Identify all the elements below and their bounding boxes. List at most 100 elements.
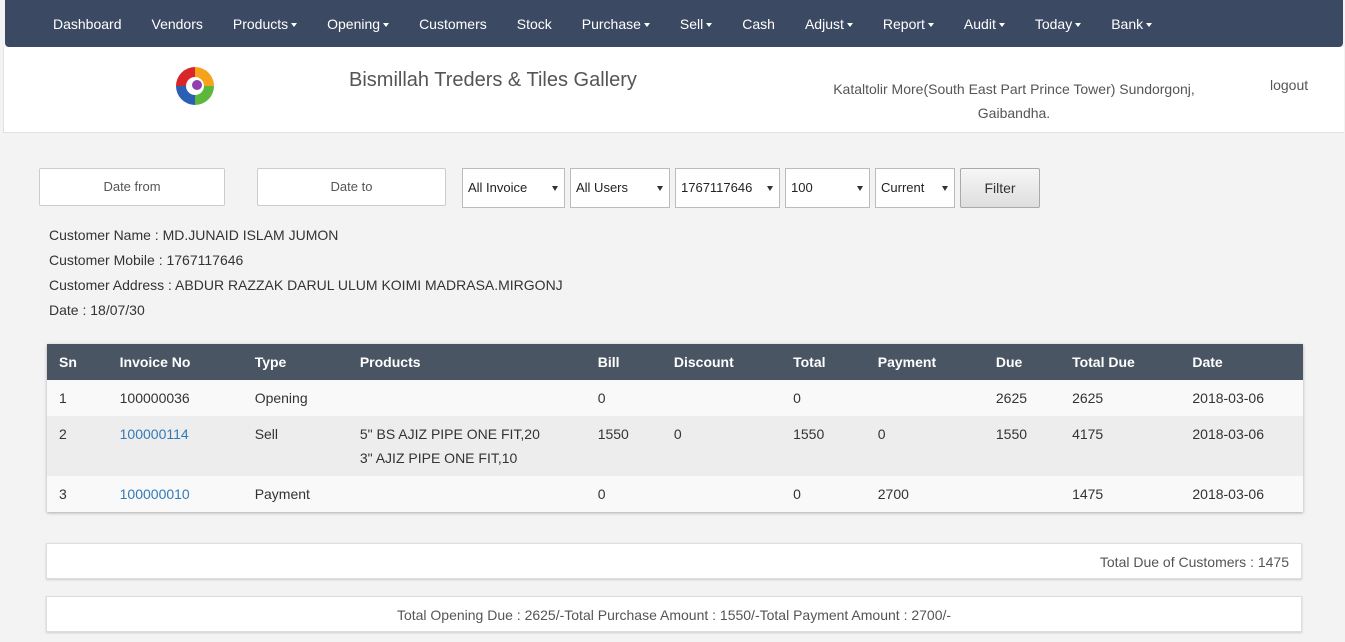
table-header-row: Sn Invoice No Type Products Bill Discount Tota…	[47, 344, 1303, 380]
product-line: 5" BS AJIZ PIPE ONE FIT,20	[359, 426, 540, 442]
total-due-summary: Total Due of Customers : 1475	[46, 543, 1302, 579]
ledger-table-wrapper: Sn Invoice No Type Products Bill Discount Tota…	[47, 344, 1303, 512]
nav-item-today[interactable]: Today	[1020, 16, 1096, 32]
nav-item-stock[interactable]: Stock	[502, 16, 567, 32]
limit-select[interactable]: 100	[785, 168, 870, 208]
nav-item-audit[interactable]: Audit	[949, 16, 1020, 32]
nav-item-bank[interactable]: Bank	[1096, 16, 1167, 32]
caret-down-icon	[927, 22, 934, 27]
column-header: Due	[995, 354, 1023, 370]
filter-bar: Date from Date to All Invoice All Users …	[0, 168, 1345, 208]
cell-products	[348, 380, 586, 416]
dropdown-arrow-icon	[942, 186, 948, 191]
cell-total: 0	[793, 486, 801, 502]
nav-item-vendors[interactable]: Vendors	[137, 16, 218, 32]
customer-address: Customer Address : ABDUR RAZZAK DARUL UL…	[49, 277, 563, 293]
caret-down-icon	[998, 22, 1005, 27]
caret-down-icon	[846, 22, 853, 27]
customer-name: Customer Name : MD.JUNAID ISLAM JUMON	[49, 227, 339, 243]
nav-item-cash[interactable]: Cash	[727, 16, 790, 32]
nav-item-opening[interactable]: Opening	[312, 16, 404, 32]
site-header: Bismillah Treders & Tiles Gallery Katalt…	[3, 47, 1344, 133]
cell-total-due: 4175	[1072, 426, 1104, 442]
cell-total: 1550	[793, 426, 825, 442]
column-header: Products	[359, 354, 421, 370]
product-line: 3" AJIZ PIPE ONE FIT,10	[359, 450, 518, 466]
cell-type: Opening	[254, 390, 308, 406]
column-header: Total Due	[1072, 354, 1135, 370]
cell-payment	[866, 380, 984, 416]
column-header: Date	[1192, 354, 1223, 370]
invoice-link[interactable]: 100000114	[120, 426, 189, 442]
table-row: 3 100000010 Payment 0 0 2700 1475 2018-03-06	[47, 476, 1303, 512]
cell-sn: 2	[59, 426, 67, 442]
nav-item-adjust[interactable]: Adjust	[790, 16, 868, 32]
cell-type: Payment	[254, 486, 310, 502]
cell-date: 2018-03-06	[1192, 390, 1264, 406]
logout-link[interactable]: logout	[1270, 77, 1308, 93]
customer-mobile: Customer Mobile : 1767117646	[49, 252, 244, 268]
cell-invoice: 100000114	[108, 416, 243, 476]
nav-menu: Dashboard Vendors Products Opening Customers…	[38, 0, 1167, 47]
cell-products: 5" BS AJIZ PIPE ONE FIT,20 3" AJIZ PIPE O…	[348, 416, 586, 476]
column-header: Sn	[59, 354, 77, 370]
cell-total-due: 1475	[1072, 486, 1104, 502]
cell-payment: 0	[877, 426, 886, 442]
date-from-input[interactable]: Date from	[39, 168, 225, 206]
caret-down-icon	[383, 22, 390, 27]
table-row: 2 100000114 Sell 5" BS AJIZ PIPE ONE FIT,20…	[47, 416, 1303, 476]
period-select[interactable]: Current	[875, 168, 955, 208]
customer-info: Customer Name : MD.JUNAID ISLAM JUMON Cu…	[49, 224, 563, 324]
nav-item-products[interactable]: Products	[218, 16, 312, 32]
site-title: Bismillah Treders & Tiles Gallery	[349, 69, 637, 91]
cell-invoice: 100000036	[108, 380, 243, 416]
nav-item-purchase[interactable]: Purchase	[567, 16, 665, 32]
column-header: Invoice No	[119, 354, 191, 370]
cell-date: 2018-03-06	[1192, 486, 1264, 502]
cell-bill: 1550	[597, 426, 629, 442]
date-to-input[interactable]: Date to	[257, 168, 446, 206]
column-header: Payment	[877, 354, 937, 370]
nav-item-customers[interactable]: Customers	[404, 16, 502, 32]
cell-type: Sell	[254, 426, 279, 442]
nav-item-dashboard[interactable]: Dashboard	[38, 16, 137, 32]
cell-due: 1550	[995, 426, 1028, 442]
invoice-type-select[interactable]: All Invoice	[462, 168, 565, 208]
invoice-number: 100000036	[119, 390, 190, 406]
dropdown-arrow-icon	[767, 186, 773, 191]
caret-down-icon	[643, 22, 650, 27]
report-date: Date : 18/07/30	[49, 302, 145, 318]
filter-button[interactable]: Filter	[960, 168, 1040, 208]
ledger-table: Sn Invoice No Type Products Bill Discount Tota…	[47, 344, 1303, 512]
company-logo-icon	[176, 67, 214, 105]
cell-invoice: 100000010	[108, 476, 243, 512]
top-navbar: Dashboard Vendors Products Opening Customers…	[5, 0, 1343, 47]
caret-down-icon	[706, 22, 713, 27]
mobile-select[interactable]: 1767117646	[675, 168, 780, 208]
cell-date: 2018-03-06	[1192, 426, 1264, 442]
nav-item-report[interactable]: Report	[868, 16, 949, 32]
column-header: Bill	[597, 354, 620, 370]
cell-payment: 2700	[877, 486, 909, 502]
caret-down-icon	[291, 22, 298, 27]
column-header: Type	[254, 354, 287, 370]
cell-discount	[662, 380, 781, 416]
cell-discount	[662, 476, 781, 512]
users-select[interactable]: All Users	[570, 168, 670, 208]
dropdown-arrow-icon	[857, 186, 863, 191]
cell-sn: 1	[59, 390, 67, 406]
caret-down-icon	[1075, 22, 1082, 27]
dropdown-arrow-icon	[552, 186, 558, 191]
invoice-link[interactable]: 100000010	[120, 486, 190, 502]
table-row: 1 100000036 Opening 0 0 2625 2625 2018-03-06	[47, 380, 1303, 416]
cell-bill: 0	[597, 486, 606, 502]
totals-summary: Total Opening Due : 2625/-Total Purchase…	[46, 596, 1302, 632]
cell-due	[984, 476, 1060, 512]
caret-down-icon	[1146, 22, 1153, 27]
cell-due: 2625	[995, 390, 1028, 406]
cell-total-due: 2625	[1072, 390, 1104, 406]
cell-bill: 0	[597, 390, 606, 406]
cell-total: 0	[793, 390, 801, 406]
dropdown-arrow-icon	[657, 186, 663, 191]
nav-item-sell[interactable]: Sell	[665, 16, 727, 32]
